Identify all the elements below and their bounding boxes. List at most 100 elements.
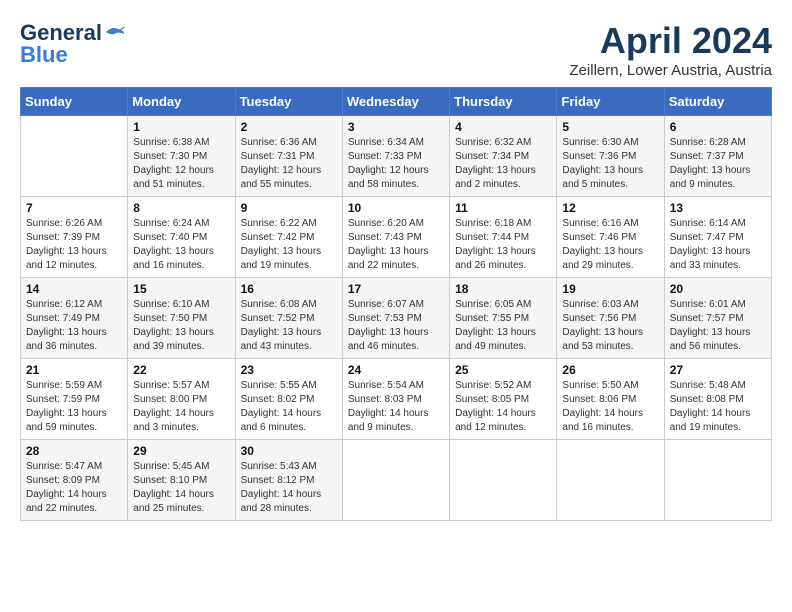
day-info: Sunrise: 6:16 AM Sunset: 7:46 PM Dayligh…	[562, 217, 658, 273]
day-number: 11	[455, 201, 551, 215]
day-number: 9	[241, 201, 337, 215]
day-number: 29	[133, 444, 229, 458]
calendar-week-1: 1Sunrise: 6:38 AM Sunset: 7:30 PM Daylig…	[21, 116, 772, 197]
day-info: Sunrise: 5:43 AM Sunset: 8:12 PM Dayligh…	[241, 460, 337, 516]
day-info: Sunrise: 5:47 AM Sunset: 8:09 PM Dayligh…	[26, 460, 122, 516]
calendar-cell: 18 Sunrise: 6:05 AM Sunset: 7:55 PM Dayli…	[450, 278, 557, 359]
day-number: 3	[348, 120, 444, 134]
calendar-cell: 21 Sunrise: 5:59 AM Sunset: 7:59 PM Dayli…	[21, 359, 128, 440]
calendar-cell: 3 Sunrise: 6:34 AM Sunset: 7:33 PM Daylig…	[342, 116, 449, 197]
day-number: 25	[455, 363, 551, 377]
day-info: Sunrise: 6:14 AM Sunset: 7:47 PM Dayligh…	[670, 217, 766, 273]
calendar-cell: 29 Sunrise: 5:45 AM Sunset: 8:10 PM Dayli…	[128, 440, 235, 521]
calendar-cell	[557, 440, 664, 521]
weekday-header-saturday: Saturday	[664, 88, 771, 116]
day-number: 15	[133, 282, 229, 296]
day-number: 17	[348, 282, 444, 296]
calendar-cell: 2 Sunrise: 6:36 AM Sunset: 7:31 PM Daylig…	[235, 116, 342, 197]
calendar-cell	[664, 440, 771, 521]
day-number: 14	[26, 282, 122, 296]
page-header: General Blue April 2024 Zeillern, Lower …	[20, 20, 772, 79]
day-number: 22	[133, 363, 229, 377]
calendar-cell: 17 Sunrise: 6:07 AM Sunset: 7:53 PM Dayli…	[342, 278, 449, 359]
calendar-cell: 30 Sunrise: 5:43 AM Sunset: 8:12 PM Dayli…	[235, 440, 342, 521]
calendar-cell: 16Sunrise: 6:08 AM Sunset: 7:52 PM Dayli…	[235, 278, 342, 359]
day-number: 8	[133, 201, 229, 215]
day-info: Sunrise: 5:57 AM Sunset: 8:00 PM Dayligh…	[133, 379, 229, 435]
day-number: 6	[670, 120, 766, 134]
day-number: 1	[133, 120, 229, 134]
calendar-cell: 5 Sunrise: 6:30 AM Sunset: 7:36 PM Daylig…	[557, 116, 664, 197]
calendar-cell: 27 Sunrise: 5:48 AM Sunset: 8:08 PM Dayli…	[664, 359, 771, 440]
location: Zeillern, Lower Austria, Austria	[569, 62, 772, 79]
day-number: 20	[670, 282, 766, 296]
calendar-week-5: 28 Sunrise: 5:47 AM Sunset: 8:09 PM Dayli…	[21, 440, 772, 521]
logo-blue: Blue	[20, 42, 68, 68]
weekday-header-friday: Friday	[557, 88, 664, 116]
calendar-cell: 12 Sunrise: 6:16 AM Sunset: 7:46 PM Dayli…	[557, 197, 664, 278]
calendar-cell: 26 Sunrise: 5:50 AM Sunset: 8:06 PM Dayli…	[557, 359, 664, 440]
day-info: Sunrise: 5:54 AM Sunset: 8:03 PM Dayligh…	[348, 379, 444, 435]
title-block: April 2024 Zeillern, Lower Austria, Aust…	[569, 20, 772, 79]
day-number: 5	[562, 120, 658, 134]
calendar-cell: 19Sunrise: 6:03 AM Sunset: 7:56 PM Dayli…	[557, 278, 664, 359]
day-info: Sunrise: 5:52 AM Sunset: 8:05 PM Dayligh…	[455, 379, 551, 435]
day-number: 30	[241, 444, 337, 458]
day-number: 18	[455, 282, 551, 296]
day-info: Sunrise: 6:07 AM Sunset: 7:53 PM Dayligh…	[348, 298, 444, 354]
day-number: 27	[670, 363, 766, 377]
calendar-week-2: 7 Sunrise: 6:26 AM Sunset: 7:39 PM Daylig…	[21, 197, 772, 278]
day-info: Sunrise: 6:01 AM Sunset: 7:57 PM Dayligh…	[670, 298, 766, 354]
weekday-header-thursday: Thursday	[450, 88, 557, 116]
day-info: Sunrise: 5:55 AM Sunset: 8:02 PM Dayligh…	[241, 379, 337, 435]
calendar-week-3: 14Sunrise: 6:12 AM Sunset: 7:49 PM Dayli…	[21, 278, 772, 359]
day-info: Sunrise: 6:36 AM Sunset: 7:31 PM Dayligh…	[241, 136, 337, 192]
day-number: 24	[348, 363, 444, 377]
day-info: Sunrise: 5:45 AM Sunset: 8:10 PM Dayligh…	[133, 460, 229, 516]
calendar-cell: 9 Sunrise: 6:22 AM Sunset: 7:42 PM Daylig…	[235, 197, 342, 278]
day-number: 21	[26, 363, 122, 377]
calendar-cell	[342, 440, 449, 521]
day-number: 10	[348, 201, 444, 215]
calendar-cell: 10 Sunrise: 6:20 AM Sunset: 7:43 PM Dayli…	[342, 197, 449, 278]
day-info: Sunrise: 5:48 AM Sunset: 8:08 PM Dayligh…	[670, 379, 766, 435]
calendar-cell: 11 Sunrise: 6:18 AM Sunset: 7:44 PM Dayli…	[450, 197, 557, 278]
day-info: Sunrise: 5:59 AM Sunset: 7:59 PM Dayligh…	[26, 379, 122, 435]
day-number: 12	[562, 201, 658, 215]
calendar-cell: 1Sunrise: 6:38 AM Sunset: 7:30 PM Daylig…	[128, 116, 235, 197]
day-info: Sunrise: 6:18 AM Sunset: 7:44 PM Dayligh…	[455, 217, 551, 273]
day-number: 23	[241, 363, 337, 377]
day-info: Sunrise: 6:26 AM Sunset: 7:39 PM Dayligh…	[26, 217, 122, 273]
day-number: 28	[26, 444, 122, 458]
weekday-header-monday: Monday	[128, 88, 235, 116]
day-info: Sunrise: 6:08 AM Sunset: 7:52 PM Dayligh…	[241, 298, 337, 354]
day-info: Sunrise: 6:05 AM Sunset: 7:55 PM Dayligh…	[455, 298, 551, 354]
day-info: Sunrise: 6:34 AM Sunset: 7:33 PM Dayligh…	[348, 136, 444, 192]
day-number: 7	[26, 201, 122, 215]
calendar-cell	[450, 440, 557, 521]
weekday-header-sunday: Sunday	[21, 88, 128, 116]
calendar-cell: 15Sunrise: 6:10 AM Sunset: 7:50 PM Dayli…	[128, 278, 235, 359]
calendar-cell: 8 Sunrise: 6:24 AM Sunset: 7:40 PM Daylig…	[128, 197, 235, 278]
calendar-week-4: 21 Sunrise: 5:59 AM Sunset: 7:59 PM Dayli…	[21, 359, 772, 440]
day-info: Sunrise: 6:24 AM Sunset: 7:40 PM Dayligh…	[133, 217, 229, 273]
calendar-cell: 20 Sunrise: 6:01 AM Sunset: 7:57 PM Dayli…	[664, 278, 771, 359]
calendar-cell: 7 Sunrise: 6:26 AM Sunset: 7:39 PM Daylig…	[21, 197, 128, 278]
weekday-header-tuesday: Tuesday	[235, 88, 342, 116]
weekday-header-row: SundayMondayTuesdayWednesdayThursdayFrid…	[21, 88, 772, 116]
month-title: April 2024	[569, 20, 772, 62]
day-number: 13	[670, 201, 766, 215]
day-info: Sunrise: 6:20 AM Sunset: 7:43 PM Dayligh…	[348, 217, 444, 273]
calendar-cell	[21, 116, 128, 197]
day-info: Sunrise: 6:30 AM Sunset: 7:36 PM Dayligh…	[562, 136, 658, 192]
day-info: Sunrise: 6:22 AM Sunset: 7:42 PM Dayligh…	[241, 217, 337, 273]
day-number: 4	[455, 120, 551, 134]
day-info: Sunrise: 6:03 AM Sunset: 7:56 PM Dayligh…	[562, 298, 658, 354]
day-info: Sunrise: 5:50 AM Sunset: 8:06 PM Dayligh…	[562, 379, 658, 435]
day-number: 26	[562, 363, 658, 377]
calendar-cell: 24 Sunrise: 5:54 AM Sunset: 8:03 PM Dayli…	[342, 359, 449, 440]
logo-bird-icon	[104, 24, 126, 42]
day-number: 2	[241, 120, 337, 134]
calendar-cell: 13 Sunrise: 6:14 AM Sunset: 7:47 PM Dayli…	[664, 197, 771, 278]
day-info: Sunrise: 6:32 AM Sunset: 7:34 PM Dayligh…	[455, 136, 551, 192]
